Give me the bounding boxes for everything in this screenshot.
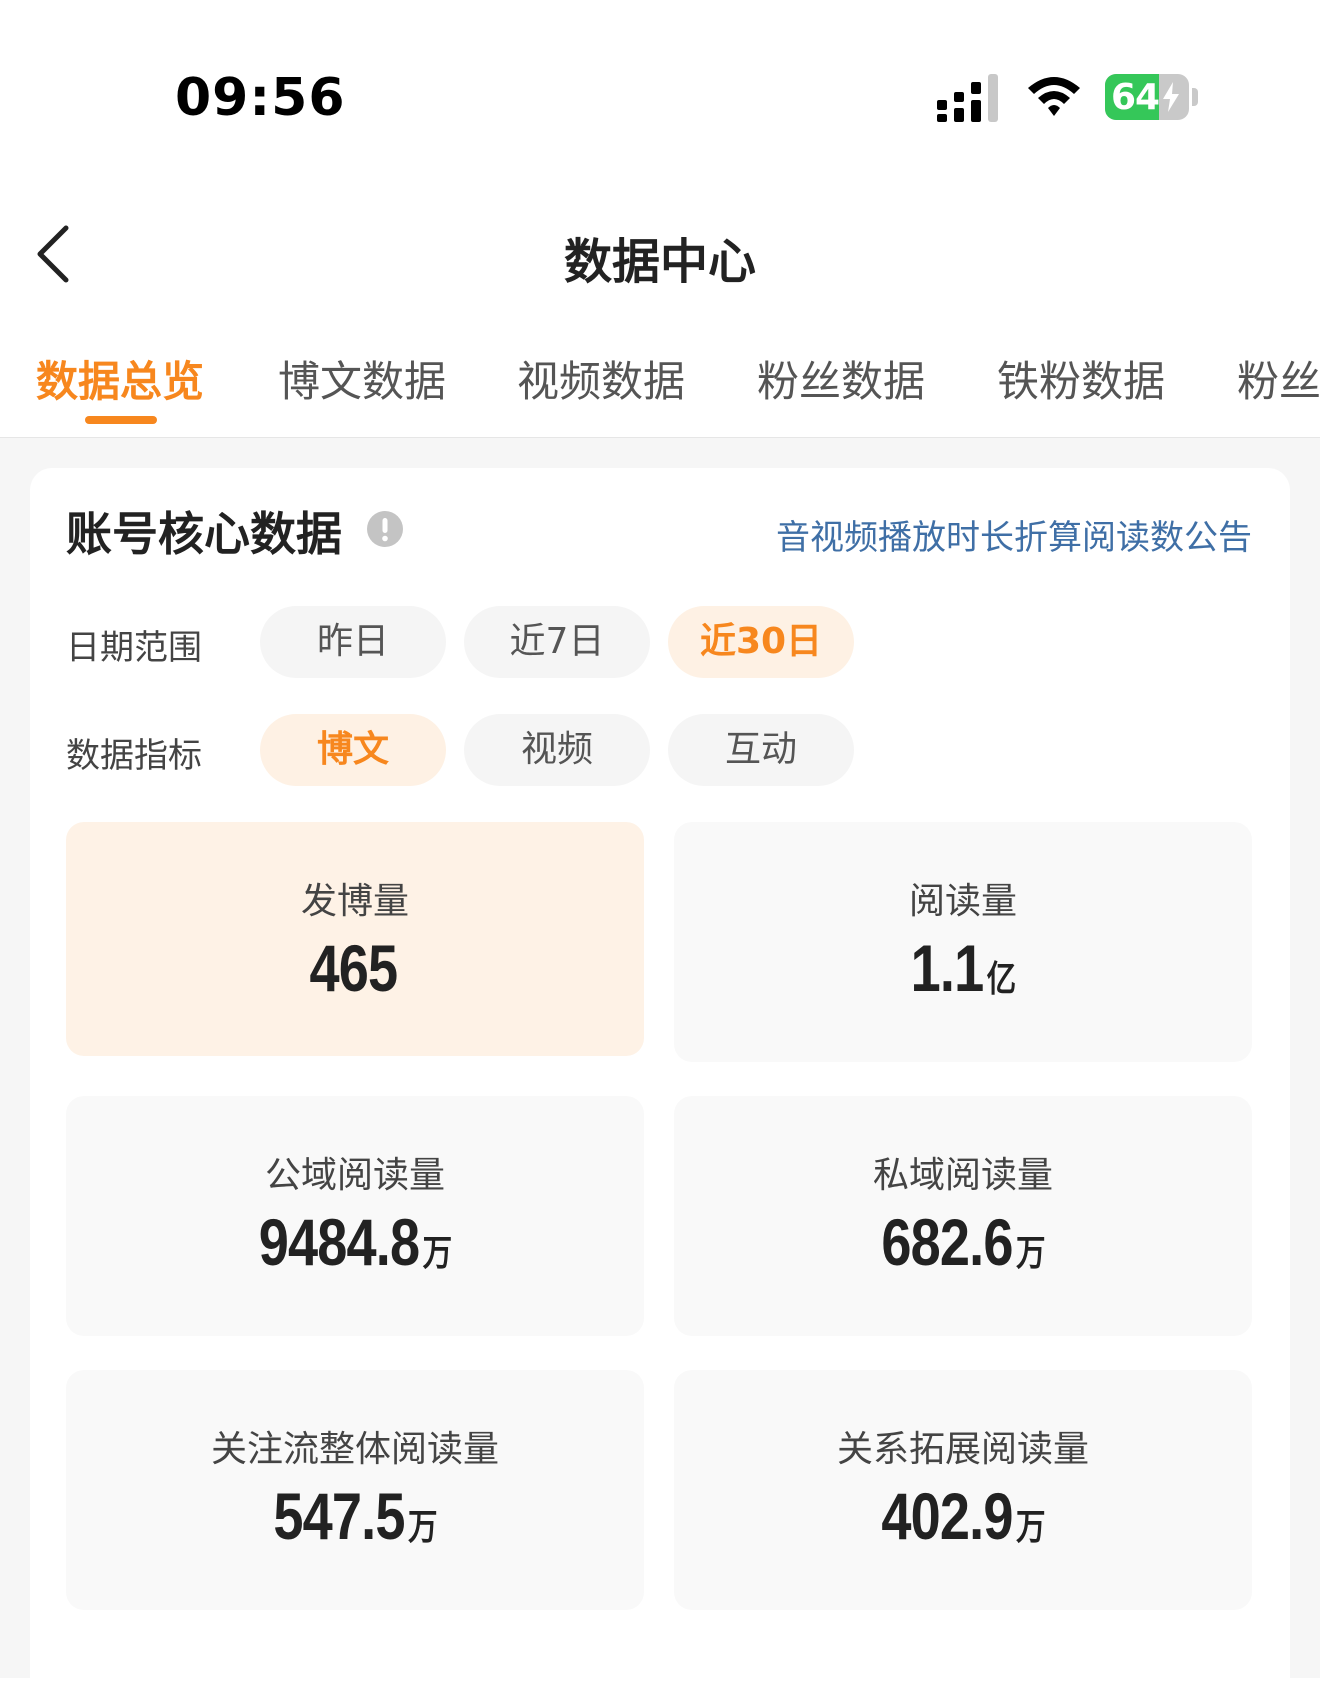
metric-type-label: 数据指标: [66, 736, 202, 776]
tab-fans-more[interactable]: 粉丝: [1237, 348, 1320, 409]
metric-value: 682.6万: [881, 1205, 1046, 1279]
announcement-link[interactable]: 音视频播放时长折算阅读数公告: [776, 510, 1252, 559]
metric-label: 发博量: [300, 881, 409, 922]
tab-active-indicator: [85, 416, 157, 424]
metric-value: 465: [309, 931, 398, 1005]
card-title: 账号核心数据: [66, 507, 342, 561]
status-time: 09:56: [175, 68, 346, 128]
tab-video-data[interactable]: 视频数据: [517, 348, 685, 409]
metric-label: 阅读量: [908, 881, 1017, 922]
date-range-label: 日期范围: [66, 628, 202, 668]
tab-bar: 数据总览 博文数据 视频数据 粉丝数据 铁粉数据 粉丝: [0, 330, 1320, 438]
date-chip-yesterday[interactable]: 昨日: [260, 606, 446, 678]
status-bar: 09:56 64: [0, 0, 1320, 190]
cellular-signal-icon: [937, 74, 998, 122]
metric-value: 1.1亿: [910, 931, 1017, 1005]
battery-icon: 64: [1105, 74, 1189, 120]
metric-value: 9484.8万: [258, 1205, 453, 1279]
metric-card-public-reads[interactable]: 公域阅读量 9484.8万: [66, 1096, 644, 1336]
metric-card-follow-feed-reads[interactable]: 关注流整体阅读量 547.5万: [66, 1370, 644, 1610]
metric-unit: 亿: [986, 958, 1017, 999]
metric-value: 402.9万: [881, 1479, 1046, 1553]
core-data-card: 账号核心数据 音视频播放时长折算阅读数公告 日期范围 昨日 近7日 近30日 数…: [30, 468, 1290, 1708]
battery-cap: [1192, 88, 1198, 106]
date-chip-7days[interactable]: 近7日: [464, 606, 650, 678]
date-range-row: 日期范围 昨日 近7日 近30日: [66, 606, 866, 678]
metric-card-reads[interactable]: 阅读量 1.1亿: [674, 822, 1252, 1062]
metric-card-private-reads[interactable]: 私域阅读量 682.6万: [674, 1096, 1252, 1336]
date-chip-30days[interactable]: 近30日: [668, 606, 854, 678]
metric-unit: 万: [407, 1506, 438, 1547]
charging-bolt-icon: [1163, 82, 1179, 112]
tab-post-data[interactable]: 博文数据: [278, 348, 446, 409]
metric-card-posts[interactable]: 发博量 465: [66, 822, 644, 1056]
metric-unit: 万: [1015, 1506, 1046, 1547]
battery-percent: 64: [1111, 77, 1160, 118]
metric-value: 547.5万: [273, 1479, 438, 1553]
metric-chip-interaction[interactable]: 互动: [668, 714, 854, 786]
page-title: 数据中心: [563, 234, 756, 290]
tab-overview[interactable]: 数据总览: [36, 348, 204, 409]
metric-label: 关注流整体阅读量: [210, 1429, 499, 1470]
tab-iron-fans-data[interactable]: 铁粉数据: [997, 348, 1165, 409]
metric-unit: 万: [422, 1232, 453, 1273]
metric-unit: 万: [1015, 1232, 1046, 1273]
metric-chip-posts[interactable]: 博文: [260, 714, 446, 786]
nav-bar: 数据中心: [0, 200, 1320, 310]
wifi-icon: [1028, 77, 1080, 116]
metric-chip-video[interactable]: 视频: [464, 714, 650, 786]
metric-label: 关系拓展阅读量: [836, 1429, 1089, 1470]
tab-fans-data[interactable]: 粉丝数据: [757, 348, 925, 409]
exclamation-circle-icon[interactable]: [366, 510, 404, 548]
metric-type-row: 数据指标 博文 视频 互动: [66, 714, 866, 786]
metric-label: 公域阅读量: [264, 1155, 445, 1196]
metric-card-relation-reads[interactable]: 关系拓展阅读量 402.9万: [674, 1370, 1252, 1610]
metric-label: 私域阅读量: [872, 1155, 1053, 1196]
